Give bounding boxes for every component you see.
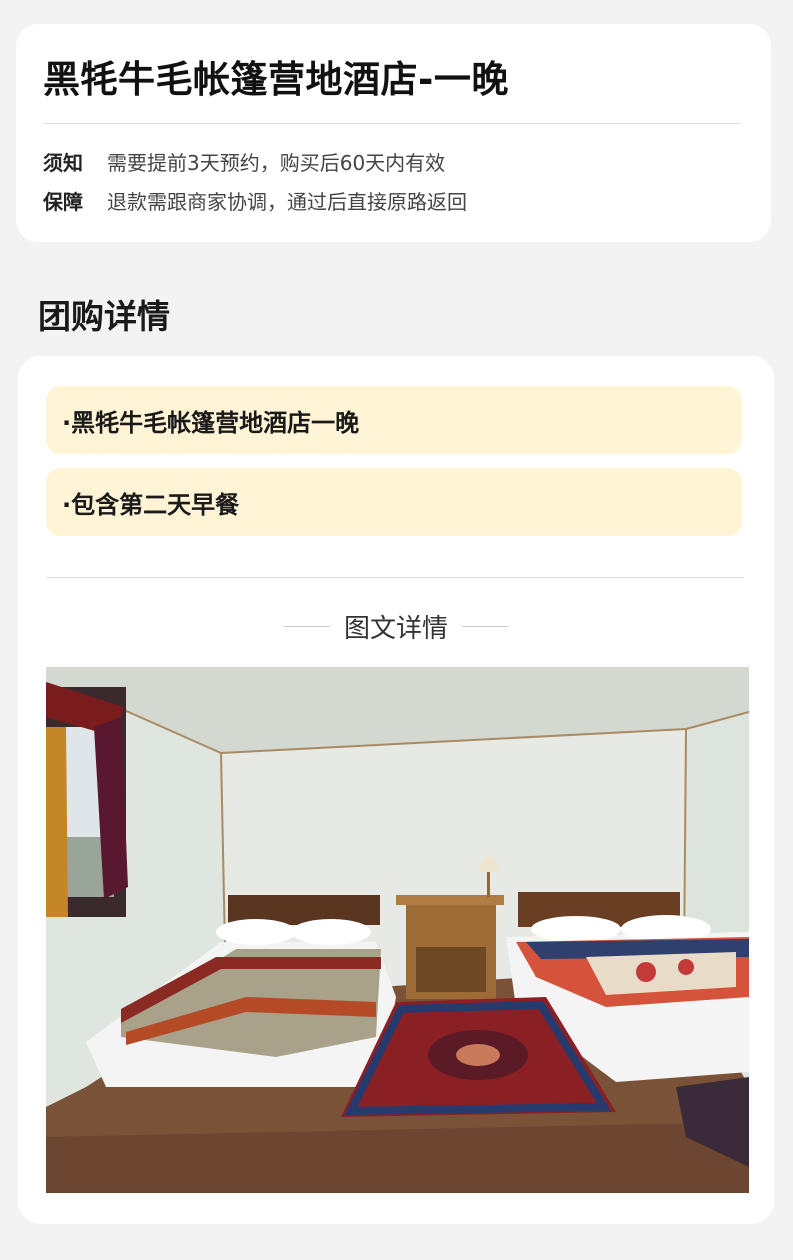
- group-buy-details-card: ·黑牦牛毛帐篷营地酒店一晚 ·包含第二天早餐 图文详情: [18, 356, 774, 1224]
- guarantee-text: 退款需跟商家协调，通过后直接原路返回: [107, 190, 467, 214]
- package-item: ·包含第二天早餐: [46, 468, 742, 536]
- product-info-card: 黑牦牛毛帐篷营地酒店-一晚 须知 需要提前3天预约，购买后60天内有效 保障 退…: [16, 24, 771, 242]
- divider: [43, 123, 741, 124]
- product-title: 黑牦牛毛帐篷营地酒店-一晚: [43, 58, 509, 101]
- notice-label: 须知: [43, 151, 83, 175]
- room-photo[interactable]: [46, 667, 749, 1193]
- image-text-details-title: 图文详情: [343, 614, 448, 644]
- guarantee-label: 保障: [43, 190, 83, 214]
- decorative-line: [462, 626, 508, 627]
- divider: [46, 577, 744, 578]
- guarantee-row[interactable]: 保障 退款需跟商家协调，通过后直接原路返回: [43, 186, 467, 215]
- image-text-details-header: 图文详情: [18, 608, 774, 645]
- group-buy-heading: 团购详情: [38, 297, 170, 336]
- notice-row: 须知 需要提前3天预约，购买后60天内有效: [43, 147, 445, 176]
- package-item: ·黑牦牛毛帐篷营地酒店一晚: [46, 386, 742, 454]
- decorative-line: [283, 626, 330, 627]
- notice-text: 需要提前3天预约，购买后60天内有效: [107, 151, 446, 175]
- room-photo-illustration: [46, 667, 749, 1193]
